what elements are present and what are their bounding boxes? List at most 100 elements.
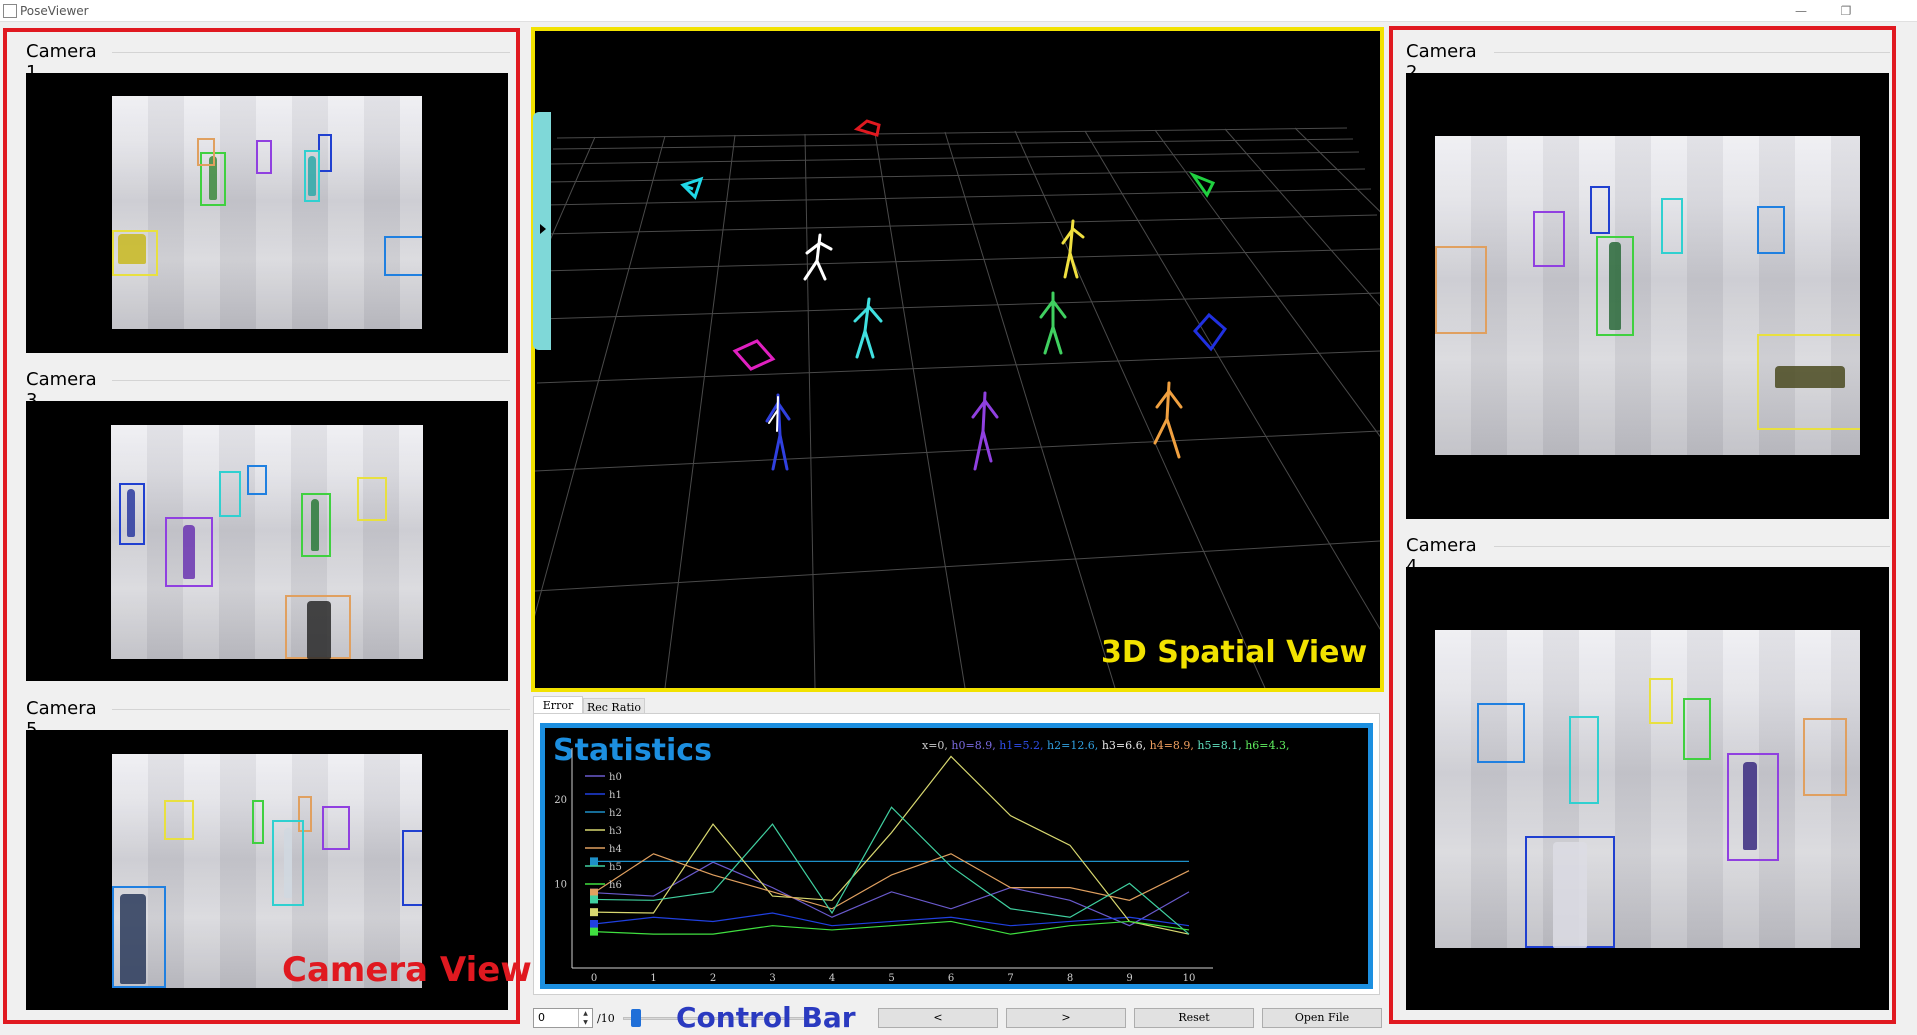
bbox [256,140,272,174]
chevron-right-icon [540,224,546,234]
error-line-chart: 0 1 2 3 4 5 6 7 8 9 10 10 20 h0 h1 h2 h3 h4 h5 h6 [554,748,1213,984]
sidebar-toggle-handle[interactable] [533,112,551,350]
person [118,234,146,264]
bbox [219,471,241,517]
legend-label: h3 [609,826,622,837]
bbox [1661,198,1683,254]
divider [112,52,510,53]
x-tick-label: 10 [1183,973,1196,984]
camera-3-view[interactable] [26,401,508,681]
skeleton [971,391,999,471]
legend-label: h2 [609,808,622,819]
x-tick-label: 7 [1007,973,1013,984]
hover-marker-h6 [590,927,598,936]
camera-4-view[interactable] [1406,567,1889,1010]
hover-marker-h3 [590,908,598,917]
bbox [164,800,194,840]
window-title: PoseViewer [20,4,89,18]
bbox [1757,206,1785,254]
camera-4-frame [1435,630,1860,948]
frame-total: /10 [597,1012,615,1025]
x-tick-label: 2 [710,973,716,984]
person [308,156,316,196]
series-line-h5 [593,806,1190,935]
ground-grid [535,127,1380,688]
open-file-button[interactable]: Open File [1262,1008,1382,1028]
bbox [384,236,422,276]
frame-value: 0 [538,1011,545,1024]
reset-button[interactable]: Reset [1134,1008,1254,1028]
prev-frame-button[interactable]: < [878,1008,998,1028]
person [284,828,292,898]
skeleton [1153,381,1183,459]
skeletons [765,219,1183,471]
restore-button[interactable]: ❐ [1828,2,1864,20]
bbox [252,800,264,844]
spatial-view-canvas [535,119,1380,688]
skeleton [803,233,833,281]
minimize-button[interactable]: — [1783,2,1819,20]
person [1775,366,1845,388]
camera-1-view[interactable] [26,73,508,353]
bbox [1803,718,1847,796]
person [311,499,319,551]
title-bar: PoseViewer — ❐ [0,0,1917,22]
camera-2-frame [1435,136,1860,455]
person [1743,762,1757,850]
legend-label: h4 [609,844,622,855]
app-icon [3,4,17,18]
person [127,489,135,537]
spin-arrows[interactable]: ▲ ▼ [578,1009,592,1027]
bbox [1533,211,1565,267]
person [183,525,195,579]
bbox [1683,698,1711,760]
x-tick-label: 0 [591,973,597,984]
person [120,894,146,984]
bbox [402,830,422,906]
camera-3-frustum [1193,312,1228,352]
tab-rec-ratio[interactable]: Rec Ratio [583,698,645,714]
x-tick-label: 3 [769,973,775,984]
legend-label: h5 [609,862,622,873]
tab-error[interactable]: Error [533,696,583,714]
bbox [197,138,215,166]
bbox [247,465,267,495]
stats-chart-frame[interactable]: Statistics x=0, h0=8.9, h1=5.2, h2=12.6,… [540,723,1373,989]
slider-handle[interactable] [631,1009,641,1027]
divider [112,709,510,710]
control-bar: 0 ▲ ▼ /10 Control Bar < > Reset Open File [533,1001,1383,1034]
next-frame-button[interactable]: > [1006,1008,1126,1028]
bbox [1569,716,1599,804]
hover-marker-h2 [590,857,598,866]
hover-marker-h5 [590,895,598,904]
y-tick-label: 20 [554,795,567,806]
legend-label: h0 [609,772,622,783]
person [307,601,331,659]
camera-4-frustum [732,339,776,371]
skeleton [1061,219,1085,279]
bbox [1649,678,1673,724]
legend-label: h6 [609,880,622,891]
bbox [1477,703,1525,763]
y-tick-label: 10 [554,879,567,890]
divider [112,380,510,381]
series-line-h3 [593,755,1190,935]
skeleton [1039,291,1067,355]
divider [1494,52,1890,53]
control-bar-annotation: Control Bar [676,1001,856,1034]
spatial-view-annotation: 3D Spatial View [1101,635,1368,670]
spatial-view-frame[interactable]: 3D Spatial View [531,27,1384,692]
camera-1-frustum [853,119,881,137]
x-tick-label: 8 [1067,973,1073,984]
x-tick-label: 6 [948,973,954,984]
divider [1494,546,1890,547]
x-tick-label: 9 [1126,973,1132,984]
camera-view-annotation: Camera View [282,950,532,990]
person [1553,842,1587,948]
person [1609,242,1621,330]
bbox [357,477,387,521]
camera-1-frame [112,96,422,329]
camera-2-view[interactable] [1406,73,1889,519]
camera-3-frame [111,425,423,659]
frame-spinbox[interactable]: 0 ▲ ▼ [533,1008,593,1028]
